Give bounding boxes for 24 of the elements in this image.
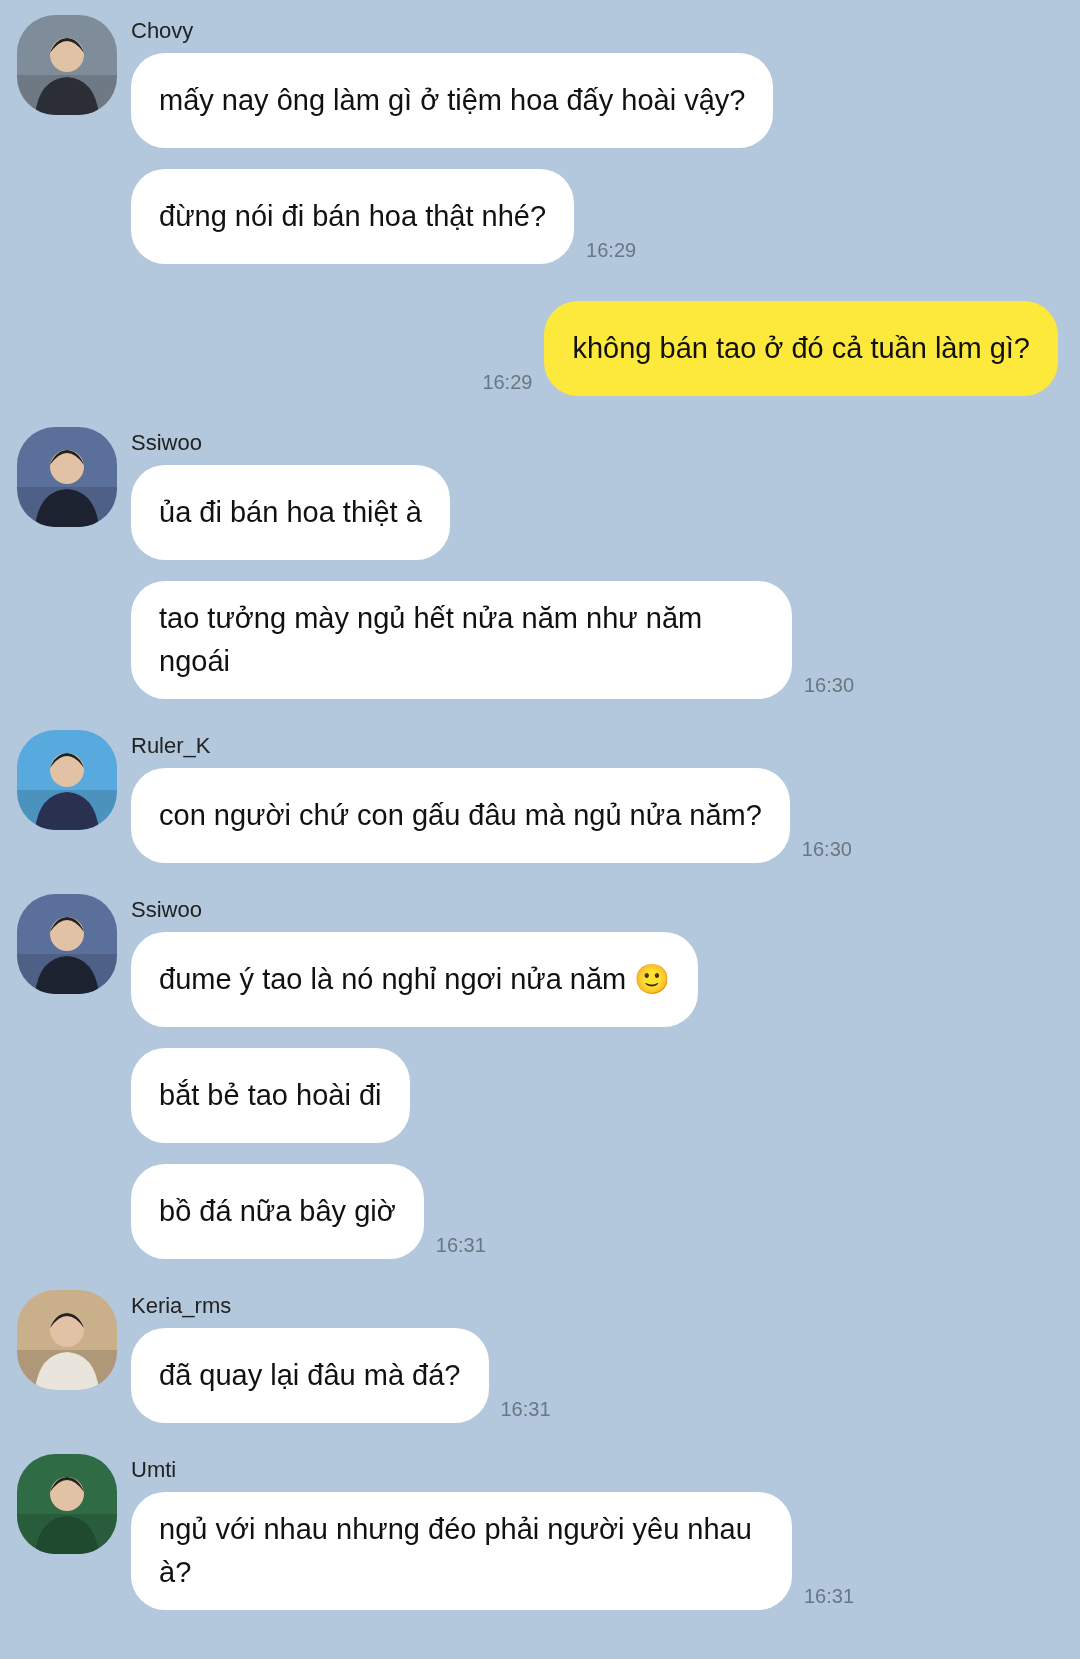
message-bubble: tao tưởng mày ngủ hết nửa năm như năm ngoái <box>131 581 792 699</box>
message-bubble: đừng nói đi bán hoa thật nhé? <box>131 169 575 264</box>
message-time: 16:31 <box>500 1397 551 1422</box>
message-bubble: đã quay lại đâu mà đá? <box>131 1328 489 1423</box>
sender-name: Ruler_K <box>131 732 211 760</box>
message-time: 16:29 <box>482 370 533 395</box>
message-bubble: ủa đi bán hoa thiệt à <box>131 465 450 560</box>
sender-name: Keria_rms <box>131 1292 232 1320</box>
message-time: 16:30 <box>801 837 852 862</box>
message-bubble: con người chứ con gấu đâu mà ngủ nửa năm? <box>131 768 790 863</box>
message-bubble: mấy nay ông làm gì ở tiệm hoa đấy hoài vậy? <box>131 53 774 148</box>
message-bubble: không bán tao ở đó cả tuần làm gì? <box>544 301 1058 396</box>
message-bubble: bồ đá nữa bây giờ <box>131 1164 424 1259</box>
sender-name: Umti <box>131 1456 177 1484</box>
message-time: 16:31 <box>435 1233 486 1258</box>
sender-name: Ssiwoo <box>131 429 202 457</box>
message-bubble: bắt bẻ tao hoài đi <box>131 1048 410 1143</box>
message-time: 16:29 <box>586 238 637 263</box>
message-time: 16:31 <box>804 1584 855 1609</box>
sender-name: Chovy <box>131 17 194 45</box>
message-bubble: đume ý tao là nó nghỉ ngơi nửa năm 🙂 <box>131 932 699 1027</box>
sender-name: Ssiwoo <box>131 896 202 924</box>
message-time: 16:30 <box>804 673 855 698</box>
message-bubble: ngủ với nhau nhưng đéo phải người yêu nhau à? <box>131 1492 792 1610</box>
